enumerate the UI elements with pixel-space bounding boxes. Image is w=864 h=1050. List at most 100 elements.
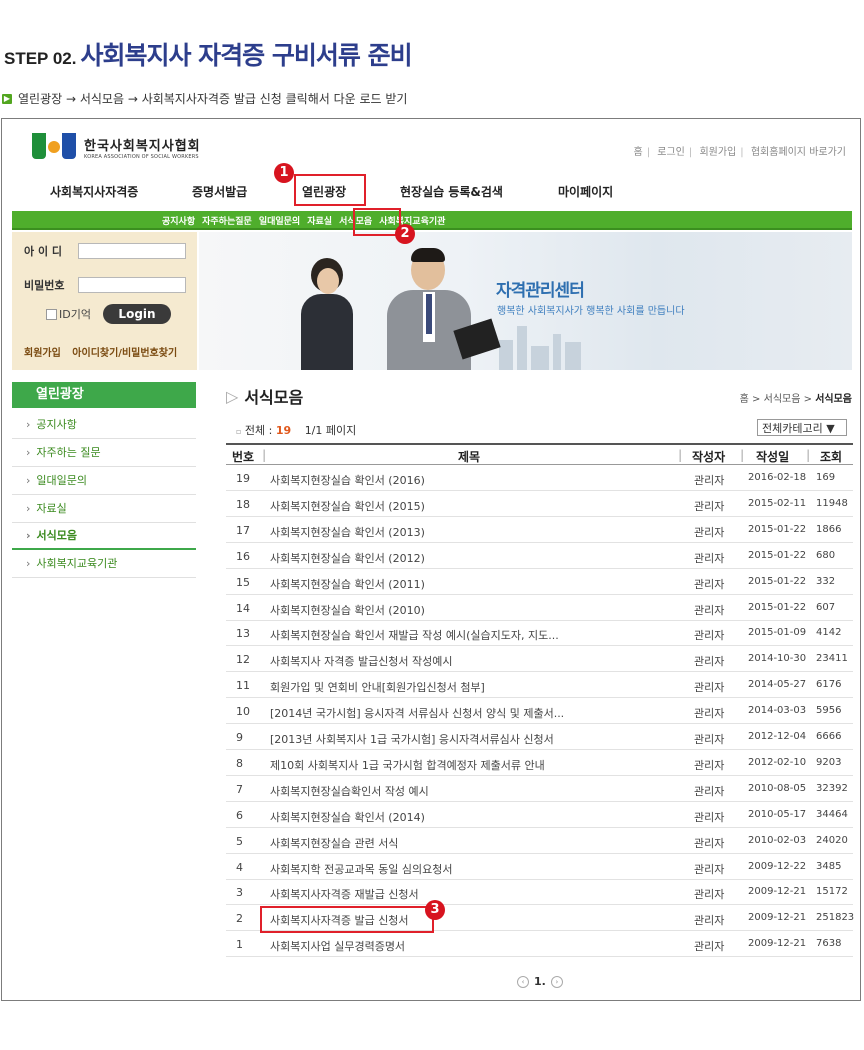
row-title-link[interactable]: 사회복지현장실습 확인서 (2013) bbox=[270, 524, 425, 540]
table-row[interactable]: 11 회원가입 및 연회비 안내[회원가입신청서 첨부] 관리자 2014-05-27… bbox=[226, 672, 853, 699]
current-page[interactable]: 1. bbox=[534, 975, 546, 988]
nav-item-certificate[interactable]: 사회복지사자격증 bbox=[50, 183, 138, 200]
prev-page-icon[interactable]: ‹ bbox=[517, 975, 529, 988]
chevron-right-icon: › bbox=[26, 418, 31, 431]
next-page-icon[interactable]: › bbox=[550, 975, 563, 988]
row-date: 2014-03-03 bbox=[748, 705, 807, 717]
table-row[interactable]: 14 사회복지현장실습 확인서 (2010) 관리자 2015-01-22 607 bbox=[226, 595, 853, 621]
login-button[interactable]: Login bbox=[103, 304, 171, 324]
remember-id-checkbox[interactable] bbox=[46, 309, 57, 320]
row-title-link[interactable]: 사회복지사 자격증 발급신청서 작성예시 bbox=[270, 653, 453, 669]
row-title-link[interactable]: [2014년 국가시험] 응시자격 서류심사 신청서 양식 및 제출서... bbox=[270, 705, 564, 721]
row-date: 2010-08-05 bbox=[748, 782, 807, 794]
find-account-link[interactable]: 아이디찾기/비밀번호찾기 bbox=[72, 348, 177, 359]
row-date: 2009-12-21 bbox=[748, 938, 807, 950]
row-title-link[interactable]: 사회복지현장실습 확인서 (2015) bbox=[270, 498, 425, 514]
table-row[interactable]: 5 사회복지현장실습 관련 서식 관리자 2010-02-03 24020 bbox=[226, 828, 853, 854]
row-author: 관리자 bbox=[694, 733, 725, 746]
subnav-library[interactable]: 자료실 bbox=[307, 214, 332, 227]
row-title-link[interactable]: 사회복지현장실습 확인서 (2014) bbox=[270, 809, 425, 825]
row-date: 2014-10-30 bbox=[748, 653, 807, 665]
lnb-item-notice[interactable]: › 공지사항 bbox=[12, 412, 196, 439]
row-date: 2010-02-03 bbox=[748, 834, 807, 846]
col-date: 작성일 bbox=[756, 450, 790, 464]
table-row[interactable]: 17 사회복지현장실습 확인서 (2013) 관리자 2015-01-22 1866 bbox=[226, 517, 853, 543]
row-date: 2010-05-17 bbox=[748, 808, 807, 820]
row-views: 332 bbox=[816, 575, 836, 587]
breadcrumb-home[interactable]: 홈 bbox=[740, 394, 749, 405]
row-title-link[interactable]: 제10회 사회복지사 1급 국가시험 합격예정자 제출서류 안내 bbox=[270, 757, 545, 773]
lnb-item-label: 자료실 bbox=[36, 502, 67, 515]
row-title-link[interactable]: 사회복지현장실습 확인서 (2011) bbox=[270, 576, 425, 592]
table-row[interactable]: 3 사회복지사자격증 재발급 신청서 관리자 2009-12-21 15172 bbox=[226, 879, 853, 906]
row-title-link[interactable]: [2013년 사회복지사 1급 국가시험] 응시자격서류심사 신청서 bbox=[270, 731, 554, 747]
step-instruction: ▶ 열린광장 → 서식모음 → 사회복지사자격증 발급 신청 클릭해서 다운 로… bbox=[2, 90, 407, 107]
row-number: 10 bbox=[236, 705, 250, 719]
table-row[interactable]: 1 사회복지사업 실무경력증명서 관리자 2009-12-21 7638 bbox=[226, 931, 853, 958]
util-link-home[interactable]: 홈 bbox=[634, 147, 643, 158]
lnb-item-forms[interactable]: › 서식모음 bbox=[12, 523, 196, 550]
table-row[interactable]: 16 사회복지현장실습 확인서 (2012) 관리자 2015-01-22 680 bbox=[226, 543, 853, 569]
pagination: ‹ 1. › bbox=[512, 975, 568, 988]
row-views: 3485 bbox=[816, 860, 842, 872]
subnav-notice[interactable]: 공지사항 bbox=[162, 214, 195, 227]
table-row[interactable]: 4 사회복지학 전공교과목 동일 심의요청서 관리자 2009-12-22 3485 bbox=[226, 854, 853, 880]
row-title-link[interactable]: 사회복지현장실습 확인서 (2012) bbox=[270, 550, 425, 566]
table-row[interactable]: 13 사회복지현장실습 확인서 재발급 작성 예시(실습지도자, 지도... 관리자… bbox=[226, 620, 853, 647]
chevron-right-icon: › bbox=[26, 529, 31, 542]
subnav-faq[interactable]: 자주하는질문 bbox=[202, 214, 252, 227]
table-row[interactable]: 8 제10회 사회복지사 1급 국가시험 합격예정자 제출서류 안내 관리자 2012… bbox=[226, 750, 853, 776]
row-views: 6176 bbox=[816, 679, 842, 691]
step-badge-1: 1 bbox=[274, 163, 294, 183]
row-date: 2015-01-22 bbox=[748, 523, 807, 535]
subnav-qna[interactable]: 일대일문의 bbox=[259, 214, 300, 227]
table-row[interactable]: 18 사회복지현장실습 확인서 (2015) 관리자 2015-02-11 11948 bbox=[226, 491, 853, 517]
row-views: 11948 bbox=[816, 497, 848, 509]
table-row[interactable]: 15 사회복지현장실습 확인서 (2011) 관리자 2015-01-22 332 bbox=[226, 569, 853, 595]
row-title-link[interactable]: 사회복지현장실습 확인서 (2016) bbox=[270, 472, 425, 488]
row-date: 2015-02-11 bbox=[748, 497, 807, 509]
row-title-link[interactable]: 사회복지현장실습 확인서 재발급 작성 예시(실습지도자, 지도... bbox=[270, 627, 559, 643]
nav-item-practicum[interactable]: 현장실습 등록&검색 bbox=[400, 183, 503, 200]
category-select[interactable]: 전체카테고리 ▼ bbox=[757, 419, 847, 436]
table-row[interactable]: 12 사회복지사 자격증 발급신청서 작성예시 관리자 2014-10-30 23411 bbox=[226, 646, 853, 673]
logo-korean: 한국사회복지사협회 bbox=[84, 138, 201, 154]
row-views: 680 bbox=[816, 549, 836, 561]
table-row[interactable]: 19 사회복지현장실습 확인서 (2016) 관리자 2016-02-18 169 bbox=[226, 465, 853, 491]
id-input[interactable] bbox=[78, 243, 186, 259]
lnb-item-faq[interactable]: › 자주하는 질문 bbox=[12, 440, 196, 467]
sub-nav-bar: 공지사항 자주하는질문 일대일문의 자료실 서식모음 사회복지교육기관 bbox=[12, 211, 852, 230]
util-link-join[interactable]: 회원가입 bbox=[699, 147, 736, 158]
join-link[interactable]: 회원가입 bbox=[24, 348, 61, 359]
site-logo[interactable]: 한국사회복지사협회 KOREA ASSOCIATION OF SOCIAL WO… bbox=[32, 133, 201, 161]
password-input[interactable] bbox=[78, 277, 186, 293]
chevron-right-icon: › bbox=[26, 557, 31, 570]
row-title-link[interactable]: 사회복지학 전공교과목 동일 심의요청서 bbox=[270, 861, 453, 877]
nav-item-mypage[interactable]: 마이페이지 bbox=[558, 183, 613, 200]
table-row[interactable]: 10 [2014년 국가시험] 응시자격 서류심사 신청서 양식 및 제출서...… bbox=[226, 698, 853, 725]
table-row[interactable]: 6 사회복지현장실습 확인서 (2014) 관리자 2010-05-17 34464 bbox=[226, 802, 853, 828]
lnb-title: 열린광장 bbox=[12, 382, 196, 408]
row-title-link[interactable]: 사회복지현장실습확인서 작성 예시 bbox=[270, 783, 429, 799]
row-author: 관리자 bbox=[694, 681, 725, 695]
main-nav: 사회복지사자격증 증명서발급 열린광장 현장실습 등록&검색 마이페이지 bbox=[0, 183, 864, 201]
row-title-link[interactable]: 사회복지현장실습 확인서 (2010) bbox=[270, 602, 425, 618]
util-link-association[interactable]: 협회홈페이지 바로가기 bbox=[751, 147, 846, 158]
lnb-item-qna[interactable]: › 일대일문의 bbox=[12, 468, 196, 495]
row-title-link[interactable]: 사회복지사업 실무경력증명서 bbox=[270, 938, 405, 954]
utility-links: 홈 | 로그인 | 회원가입 | 협회홈페이지 바로가기 bbox=[633, 147, 847, 158]
lnb-item-library[interactable]: › 자료실 bbox=[12, 496, 196, 523]
breadcrumb-parent[interactable]: 서식모음 bbox=[764, 394, 801, 405]
lnb-item-institutions[interactable]: › 사회복지교육기관 bbox=[12, 551, 196, 578]
arrow-bullet-icon: ▶ bbox=[2, 93, 12, 104]
util-link-login[interactable]: 로그인 bbox=[657, 147, 685, 158]
nav-item-issue[interactable]: 증명서발급 bbox=[192, 183, 247, 200]
row-title-link[interactable]: 회원가입 및 연회비 안내[회원가입신청서 첨부] bbox=[270, 679, 485, 695]
row-number: 14 bbox=[236, 601, 250, 615]
row-title-link[interactable]: 사회복지사자격증 재발급 신청서 bbox=[270, 886, 419, 902]
row-date: 2012-12-04 bbox=[748, 731, 807, 742]
table-row[interactable]: 9 [2013년 사회복지사 1급 국가시험] 응시자격서류심사 신청서 관리자 20… bbox=[226, 724, 853, 750]
row-title-link[interactable]: 사회복지현장실습 관련 서식 bbox=[270, 835, 398, 851]
table-row[interactable]: 7 사회복지현장실습확인서 작성 예시 관리자 2010-08-05 32392 bbox=[226, 776, 853, 802]
row-views: 4142 bbox=[816, 627, 842, 639]
